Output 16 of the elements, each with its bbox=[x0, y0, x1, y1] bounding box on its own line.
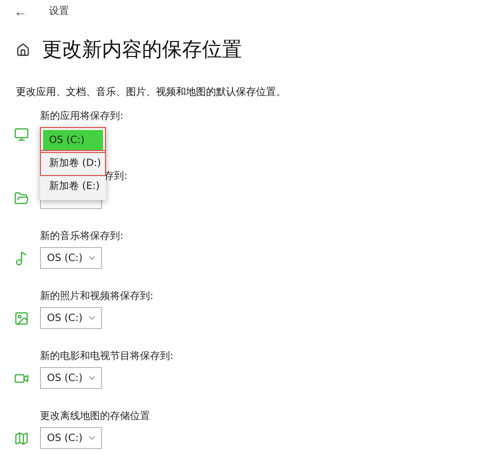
section-label: 新的照片和视频将保存到: bbox=[40, 290, 154, 303]
drive-dropdown[interactable]: OS (C:) bbox=[40, 427, 102, 449]
drive-dropdown[interactable]: OS (C:) bbox=[40, 247, 102, 269]
page-title: 更改新内容的保存位置 bbox=[42, 36, 242, 63]
drive-option[interactable]: 新加卷 (D:) bbox=[43, 153, 103, 173]
page-description: 更改应用、文档、音乐、图片、视频和地图的默认保存位置。 bbox=[16, 86, 287, 99]
drive-option[interactable]: 新加卷 (E:) bbox=[43, 176, 103, 196]
section-label: 新的音乐将保存到: bbox=[40, 230, 124, 243]
section-label: 新的应用将保存到: bbox=[40, 110, 124, 123]
drive-option[interactable]: OS (C:) bbox=[43, 130, 103, 150]
app-title: 设置 bbox=[49, 4, 69, 18]
back-button[interactable]: ← bbox=[14, 4, 27, 18]
drive-dropdown[interactable]: OS (C:) bbox=[40, 307, 102, 329]
section-label: 更改离线地图的存储位置 bbox=[40, 410, 150, 423]
section-label: 新的电影和电视节目将保存到: bbox=[40, 350, 174, 363]
drive-dropdown[interactable]: OS (C:) bbox=[40, 367, 102, 389]
